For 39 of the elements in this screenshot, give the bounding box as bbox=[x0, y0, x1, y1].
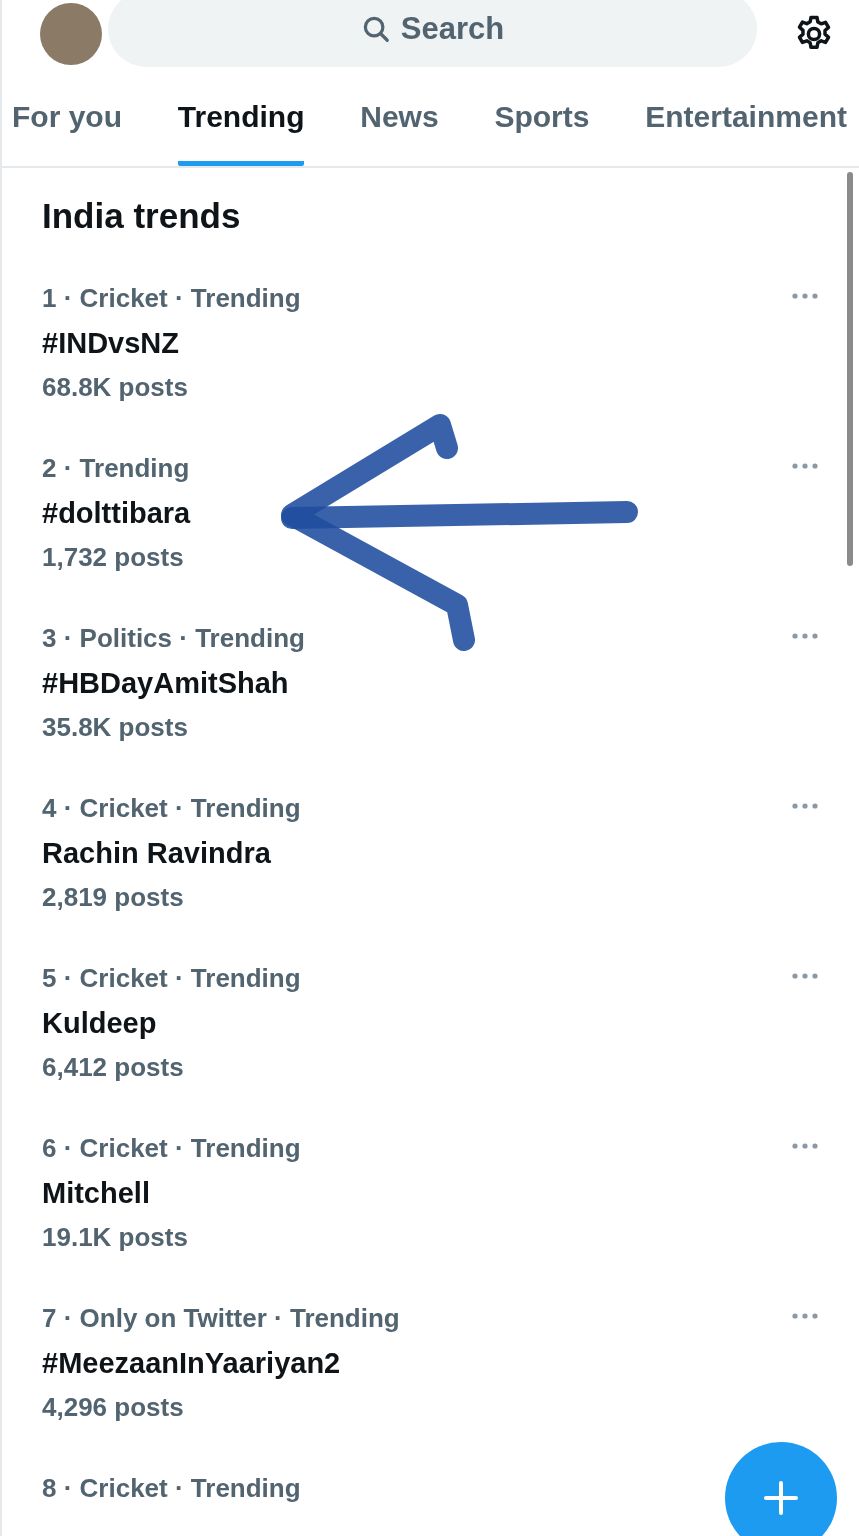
trend-post-count: 19.1K posts bbox=[42, 1221, 189, 1254]
trend-meta: 6 · Cricket · Trending bbox=[42, 1132, 301, 1165]
more-icon[interactable] bbox=[791, 972, 819, 980]
trend-name[interactable]: #MeezaanInYaariyan2 bbox=[42, 1340, 400, 1386]
tab[interactable]: News bbox=[360, 68, 439, 166]
tab[interactable]: For you bbox=[12, 68, 122, 166]
plus-icon bbox=[763, 1480, 799, 1516]
trend-name[interactable]: Rachin Ravindra bbox=[42, 830, 301, 876]
more-icon[interactable] bbox=[791, 292, 819, 300]
trend-meta: 1 · Cricket · Trending bbox=[42, 282, 301, 315]
trend-meta: 2 · Trending bbox=[42, 452, 191, 485]
tab[interactable]: Sports bbox=[494, 68, 590, 166]
trend-post-count: 68.8K posts bbox=[42, 371, 189, 404]
search-field[interactable]: Search bbox=[108, 0, 757, 67]
scrollbar[interactable] bbox=[847, 172, 853, 566]
trend-post-count: 2,819 posts bbox=[42, 881, 185, 914]
trend-meta: 5 · Cricket · Trending bbox=[42, 962, 301, 995]
trend-name[interactable]: #INDvsNZ bbox=[42, 320, 301, 366]
section-title: India trends bbox=[41, 195, 242, 237]
more-icon[interactable] bbox=[791, 632, 819, 640]
trend-meta: 7 · Only on Twitter · Trending bbox=[42, 1302, 400, 1335]
search-placeholder: Search bbox=[400, 11, 505, 47]
trend-name[interactable]: Kuldeep bbox=[42, 1000, 301, 1046]
trend-post-count: 4,296 posts bbox=[42, 1391, 185, 1424]
tab[interactable]: Entertainment bbox=[645, 68, 847, 166]
more-icon[interactable] bbox=[791, 1142, 819, 1150]
more-icon[interactable] bbox=[791, 1312, 819, 1320]
more-icon[interactable] bbox=[791, 802, 819, 810]
trend-post-count: 35.8K posts bbox=[42, 711, 189, 744]
trend-name[interactable]: #HBDayAmitShah bbox=[42, 660, 305, 706]
trend-meta: 4 · Cricket · Trending bbox=[42, 792, 301, 825]
trend-post-count: 6,412 posts bbox=[42, 1051, 185, 1084]
trend-meta: 8 · Cricket · Trending bbox=[42, 1472, 301, 1505]
trend-name[interactable]: Mitchell bbox=[42, 1170, 301, 1216]
trend-name[interactable]: #dolttibara bbox=[42, 490, 191, 536]
tab[interactable]: Trending bbox=[177, 68, 305, 166]
trend-meta: 3 · Politics · Trending bbox=[42, 622, 305, 655]
more-icon[interactable] bbox=[791, 462, 819, 470]
trend-post-count: 1,732 posts bbox=[42, 541, 185, 574]
